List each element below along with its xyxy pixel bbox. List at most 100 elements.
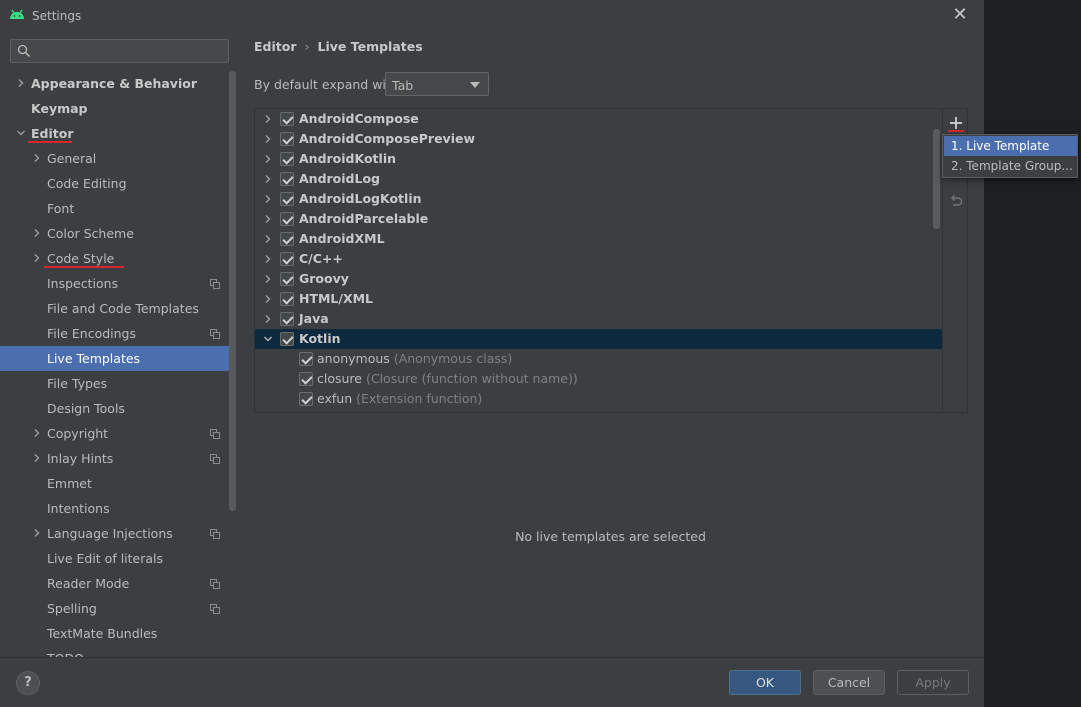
chevron-right-icon[interactable] xyxy=(263,194,273,204)
project-scope-icon xyxy=(210,279,220,289)
sidebar-item[interactable]: Inspections xyxy=(0,271,229,296)
title-bar: Settings ✕ xyxy=(0,0,984,31)
template-checkbox[interactable] xyxy=(280,292,294,306)
sidebar-item[interactable]: Keymap xyxy=(0,96,229,121)
template-checkbox[interactable] xyxy=(280,312,294,326)
template-checkbox[interactable] xyxy=(280,112,294,126)
background-strip xyxy=(984,0,1081,707)
chevron-right-icon[interactable] xyxy=(263,214,273,224)
sidebar-item-label: Design Tools xyxy=(47,401,125,416)
template-abbreviation: anonymous xyxy=(317,351,390,366)
template-checkbox[interactable] xyxy=(299,372,313,386)
template-checkbox[interactable] xyxy=(280,272,294,286)
template-group-row[interactable]: AndroidXML xyxy=(255,229,942,249)
popup-item-template-group[interactable]: 2. Template Group... xyxy=(944,156,1077,176)
chevron-down-icon[interactable] xyxy=(16,128,26,138)
chevron-right-icon[interactable] xyxy=(32,228,42,238)
template-checkbox[interactable] xyxy=(299,392,313,406)
template-name: AndroidXML xyxy=(299,229,385,249)
template-group-row[interactable]: Kotlin xyxy=(255,329,942,349)
sidebar-item[interactable]: TextMate Bundles xyxy=(0,621,229,646)
chevron-right-icon[interactable] xyxy=(263,234,273,244)
search-input[interactable] xyxy=(35,42,225,60)
template-group-row[interactable]: Java xyxy=(255,309,942,329)
template-name: HTML/XML xyxy=(299,289,373,309)
template-checkbox[interactable] xyxy=(299,352,313,366)
ok-button[interactable]: OK xyxy=(729,670,801,695)
breadcrumb-current: Live Templates xyxy=(317,39,423,54)
chevron-right-icon[interactable] xyxy=(263,254,273,264)
chevron-right-icon[interactable] xyxy=(32,453,42,463)
template-row[interactable]: anonymous (Anonymous class) xyxy=(255,349,942,369)
sidebar-item[interactable]: File Encodings xyxy=(0,321,229,346)
template-group-row[interactable]: HTML/XML xyxy=(255,289,942,309)
sidebar-item[interactable]: Spelling xyxy=(0,596,229,621)
template-group-row[interactable]: AndroidLog xyxy=(255,169,942,189)
chevron-right-icon[interactable] xyxy=(263,314,273,324)
sidebar-item[interactable]: Emmet xyxy=(0,471,229,496)
template-checkbox[interactable] xyxy=(280,232,294,246)
sidebar-item[interactable]: Inlay Hints xyxy=(0,446,229,471)
cancel-button[interactable]: Cancel xyxy=(813,670,885,695)
chevron-right-icon[interactable] xyxy=(32,528,42,538)
sidebar-item[interactable]: File Types xyxy=(0,371,229,396)
sidebar-item[interactable]: Copyright xyxy=(0,421,229,446)
chevron-down-icon[interactable] xyxy=(263,334,273,344)
template-group-row[interactable]: AndroidKotlin xyxy=(255,149,942,169)
template-checkbox[interactable] xyxy=(280,132,294,146)
template-checkbox[interactable] xyxy=(280,332,294,346)
sidebar-item[interactable]: Language Injections xyxy=(0,521,229,546)
template-group-row[interactable]: AndroidLogKotlin xyxy=(255,189,942,209)
template-group-row[interactable]: AndroidComposePreview xyxy=(255,129,942,149)
popup-item-live-template[interactable]: 1. Live Template xyxy=(944,136,1077,156)
breadcrumb-parent[interactable]: Editor xyxy=(254,39,297,54)
template-abbreviation: AndroidLogKotlin xyxy=(299,191,422,206)
template-group-row[interactable]: Groovy xyxy=(255,269,942,289)
template-row[interactable]: exfun (Extension function) xyxy=(255,389,942,409)
chevron-right-icon[interactable] xyxy=(263,114,273,124)
chevron-right-icon[interactable] xyxy=(16,78,26,88)
sidebar-item[interactable]: Live Edit of literals xyxy=(0,546,229,571)
chevron-right-icon[interactable] xyxy=(263,294,273,304)
chevron-right-icon[interactable] xyxy=(263,274,273,284)
sidebar-item-label: Appearance & Behavior xyxy=(31,76,197,91)
template-row[interactable]: closure (Closure (function without name)) xyxy=(255,369,942,389)
sidebar-item[interactable]: Reader Mode xyxy=(0,571,229,596)
template-abbreviation: Groovy xyxy=(299,271,349,286)
sidebar-item[interactable]: Color Scheme xyxy=(0,221,229,246)
chevron-right-icon[interactable] xyxy=(263,134,273,144)
sidebar-item[interactable]: Design Tools xyxy=(0,396,229,421)
sidebar-item[interactable]: Font xyxy=(0,196,229,221)
help-button[interactable]: ? xyxy=(16,671,40,695)
template-checkbox[interactable] xyxy=(280,152,294,166)
chevron-right-icon[interactable] xyxy=(32,153,42,163)
sidebar-item[interactable]: TODO xyxy=(0,646,229,657)
chevron-right-icon[interactable] xyxy=(263,174,273,184)
sidebar-item[interactable]: File and Code Templates xyxy=(0,296,229,321)
sidebar-item[interactable]: Live Templates xyxy=(0,346,229,371)
template-checkbox[interactable] xyxy=(280,252,294,266)
sidebar-item-label: Live Templates xyxy=(47,351,141,366)
chevron-right-icon[interactable] xyxy=(32,428,42,438)
sidebar-item[interactable]: Appearance & Behavior xyxy=(0,71,229,96)
search-field[interactable] xyxy=(10,39,229,63)
templates-scrollbar[interactable] xyxy=(933,129,940,229)
undo-button[interactable] xyxy=(947,192,965,210)
chevron-right-icon[interactable] xyxy=(263,154,273,164)
template-group-row[interactable]: AndroidParcelable xyxy=(255,209,942,229)
template-checkbox[interactable] xyxy=(280,212,294,226)
template-group-row[interactable]: C/C++ xyxy=(255,249,942,269)
sidebar-item[interactable]: General xyxy=(0,146,229,171)
template-group-row[interactable]: AndroidCompose xyxy=(255,109,942,129)
expand-dropdown[interactable]: Tab xyxy=(385,72,489,96)
template-checkbox[interactable] xyxy=(280,172,294,186)
sidebar-item[interactable]: Code Editing xyxy=(0,171,229,196)
sidebar-item-label: File Encodings xyxy=(47,326,137,341)
chevron-right-icon[interactable] xyxy=(32,253,42,263)
annotation-underline-editor xyxy=(28,141,72,143)
apply-button[interactable]: Apply xyxy=(897,670,969,695)
template-checkbox[interactable] xyxy=(280,192,294,206)
sidebar-item[interactable]: Intentions xyxy=(0,496,229,521)
close-icon[interactable]: ✕ xyxy=(949,5,971,27)
sidebar-scrollbar[interactable] xyxy=(229,71,236,511)
